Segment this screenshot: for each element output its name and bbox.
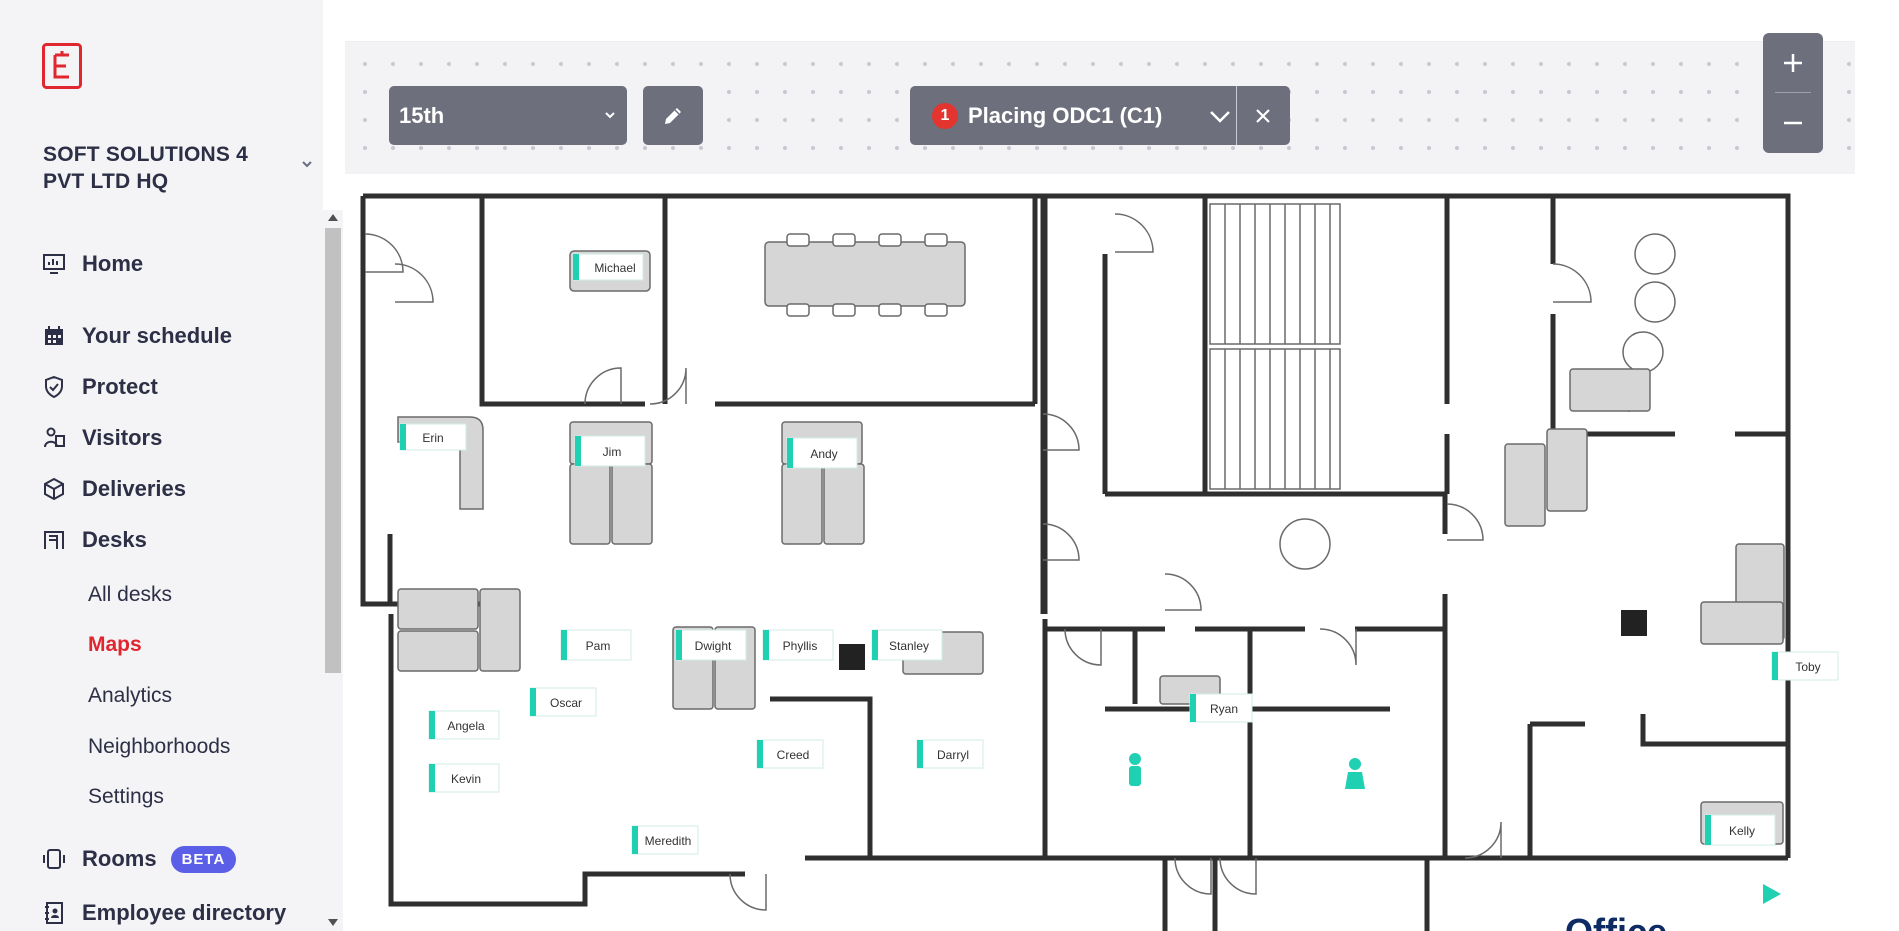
sidebar: SOFT SOLUTIONS 4 PVT LTD HQ Home Your sc… [0,0,323,931]
scroll-up-arrow-icon[interactable] [327,212,339,222]
calendar-icon [42,324,66,348]
sub-all-desks[interactable]: All desks [88,583,172,607]
desk-tag-ryan[interactable]: Ryan [1189,693,1253,723]
nav-schedule[interactable]: Your schedule [42,320,232,352]
visitor-icon [42,426,66,450]
nav-deliveries-label: Deliveries [82,476,186,501]
zoom-out-button[interactable] [1763,93,1823,153]
desk-tag-dwight[interactable]: Dwight [675,629,747,661]
desk-tag-michael[interactable]: Michael [572,253,644,281]
desk-tag-andy[interactable]: Andy [786,437,858,469]
nav-directory-label: Employee directory [82,900,287,925]
brand-text-fragment: Office [1565,911,1667,931]
desk-tag-label: Andy [810,447,837,461]
desk-tag-darryl[interactable]: Darryl [916,739,984,769]
floor-plan-drawing[interactable]: Michael Erin Jim Andy Pam Dwight Phyllis… [345,174,1855,931]
plus-icon [1784,54,1802,72]
sidebar-scrollbar-thumb[interactable] [325,228,341,673]
zoom-in-button[interactable] [1763,33,1823,93]
chevron-down-icon[interactable] [1208,105,1232,127]
desk-tag-label: Ryan [1210,702,1238,716]
desk-tag-label: Kelly [1729,824,1755,838]
nav-home[interactable]: Home [42,248,143,280]
floor-map[interactable]: Michael Erin Jim Andy Pam Dwight Phyllis… [345,174,1855,931]
sub-maps[interactable]: Maps [88,633,142,657]
desk-tag-label: Kevin [451,772,481,786]
nav-desks-label: Desks [82,527,147,552]
map-toolbar: 15th 1 Placing ODC1 (C1) [345,42,1855,174]
zoom-controls [1763,33,1823,153]
desk-tag-stanley[interactable]: Stanley [871,629,943,661]
nav-employee-directory[interactable]: Employee directory [42,897,286,929]
nav-protect[interactable]: Protect [42,371,158,403]
desk-tag-toby[interactable]: Toby [1771,651,1839,681]
company-name[interactable]: SOFT SOLUTIONS 4 PVT LTD HQ [43,141,293,195]
main-content: 15th 1 Placing ODC1 (C1) Michael Erin Ji… [345,0,1855,931]
desk-tag-oscar[interactable]: Oscar [529,687,597,717]
placing-count-badge: 1 [932,102,958,129]
desk-tag-label: Jim [603,445,622,459]
scroll-down-arrow-icon[interactable] [327,918,339,928]
desk-tag-creed[interactable]: Creed [756,739,824,769]
desk-tag-label: Darryl [937,748,969,762]
desk-tag-label: Pam [586,639,611,653]
desk-tag-label: Oscar [550,696,582,710]
nav-rooms[interactable]: Rooms BETA [42,843,237,875]
sub-analytics[interactable]: Analytics [88,684,172,708]
desk-tag-angela[interactable]: Angela [428,710,500,740]
desk-tag-kevin[interactable]: Kevin [428,763,500,793]
desk-tag-pam[interactable]: Pam [560,629,632,661]
sub-settings[interactable]: Settings [88,785,164,809]
desk-tag-erin[interactable]: Erin [399,423,467,451]
edit-map-button[interactable] [643,86,703,145]
desk-tag-label: Dwight [695,639,732,653]
nav-home-label: Home [82,251,144,276]
shield-icon [42,375,66,399]
chevron-down-icon [605,112,615,119]
beta-badge: BETA [170,845,237,873]
envoy-logo[interactable] [42,43,82,89]
room-icon [42,847,66,871]
desk-tag-label: Stanley [889,639,929,653]
nav-deliveries[interactable]: Deliveries [42,473,186,505]
package-icon [42,477,66,501]
desk-tag-kelly[interactable]: Kelly [1704,814,1776,846]
top-bar [345,0,1855,42]
cancel-placing-button[interactable] [1236,86,1290,145]
dashboard-icon [42,252,66,276]
desk-tag-label: Meredith [645,834,692,848]
nav-schedule-label: Your schedule [82,323,232,348]
nav-desks[interactable]: Desks [42,524,147,556]
desk-tag-label: Erin [422,431,443,445]
desk-tag-meredith[interactable]: Meredith [631,825,699,855]
chevron-down-icon[interactable] [300,157,314,171]
desk-tag-phyllis[interactable]: Phyllis [762,629,834,661]
desk-tag-label: Angela [447,719,485,733]
nav-visitors-label: Visitors [82,425,163,450]
desk-tag-jim[interactable]: Jim [574,435,646,467]
close-icon [1256,108,1270,123]
placing-label: Placing ODC1 (C1) [968,102,1163,128]
desk-tag-label: Phyllis [783,639,818,653]
desk-tag-label: Toby [1795,660,1820,674]
desk-icon [42,528,66,552]
nav-visitors[interactable]: Visitors [42,422,162,454]
placing-dropdown[interactable]: 1 Placing ODC1 (C1) [910,86,1290,145]
floor-select[interactable]: 15th [389,86,627,145]
floor-select-value: 15th [399,102,445,128]
brand-mark-icon [1763,884,1781,904]
nav-rooms-label: Rooms [82,846,157,871]
desk-tag-label: Creed [777,748,810,762]
nav-protect-label: Protect [82,374,158,399]
sub-neighborhoods[interactable]: Neighborhoods [88,735,230,759]
pencil-icon [665,107,681,124]
directory-icon [42,901,66,925]
desk-tag-label: Michael [594,261,635,275]
minus-icon [1784,121,1802,125]
